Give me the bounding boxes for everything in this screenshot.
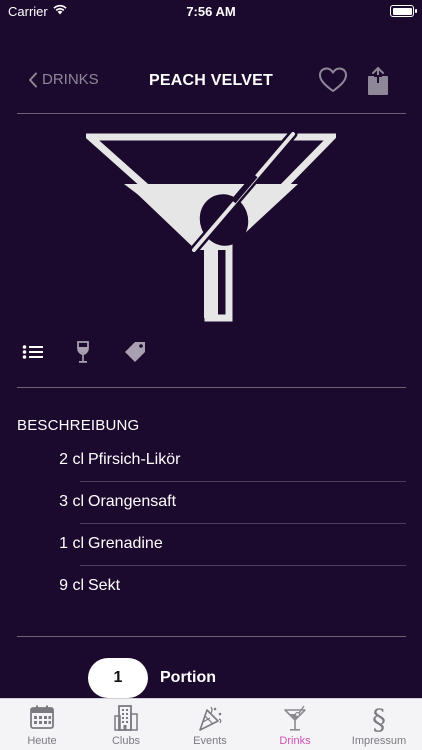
ingredient-name: Pfirsich-Likör bbox=[88, 451, 181, 468]
ingredient-name: Sekt bbox=[88, 577, 121, 594]
header-divider bbox=[17, 113, 406, 114]
favorite-button[interactable] bbox=[318, 66, 348, 99]
tab-heute[interactable]: Heute bbox=[0, 699, 84, 750]
party-icon bbox=[199, 706, 222, 731]
cocktail-icon bbox=[284, 705, 306, 731]
ingredient-row: 1 cl Grenadine bbox=[17, 524, 406, 566]
portion-count-button[interactable]: 1 bbox=[88, 658, 148, 698]
share-button[interactable] bbox=[366, 66, 390, 101]
navigation-bar: DRINKS PEACH VELVET bbox=[0, 58, 422, 106]
ingredient-name: Orangensaft bbox=[88, 493, 177, 510]
page-title: PEACH VELVET bbox=[149, 72, 273, 89]
wine-glass-icon[interactable] bbox=[76, 338, 90, 371]
tab-label: Clubs bbox=[111, 735, 141, 747]
battery-icon bbox=[390, 5, 417, 17]
ingredient-row: 2 cl Pfirsich-Likör bbox=[17, 440, 406, 482]
list-icon[interactable] bbox=[22, 338, 44, 371]
tab-label: Drinks bbox=[279, 735, 311, 747]
ingredient-row: 3 cl Orangensaft bbox=[17, 482, 406, 524]
tab-drinks[interactable]: Drinks bbox=[253, 699, 337, 750]
cocktail-illustration bbox=[80, 129, 341, 322]
tabs-divider bbox=[17, 387, 406, 388]
tag-icon[interactable] bbox=[123, 338, 147, 371]
clock: 7:56 AM bbox=[186, 4, 236, 19]
ingredient-amount: 1 cl bbox=[59, 535, 84, 552]
martini-glass-icon bbox=[80, 129, 341, 322]
tab-clubs[interactable]: Clubs bbox=[84, 699, 168, 750]
section-title: BESCHREIBUNG bbox=[17, 417, 140, 434]
building-icon bbox=[114, 705, 138, 731]
section-sign-icon: § bbox=[372, 704, 386, 734]
share-icon bbox=[368, 67, 388, 95]
portion-label: Portion bbox=[160, 669, 216, 686]
tab-impressum[interactable]: § Impressum bbox=[337, 699, 421, 750]
tab-label: Events bbox=[193, 735, 227, 747]
ingredient-row: 9 cl Sekt bbox=[17, 566, 406, 608]
tab-bar: Heute Clubs Events Drinks § Impressum bbox=[0, 698, 422, 750]
svg-text:§: § bbox=[372, 704, 386, 734]
ingredients-divider bbox=[17, 636, 406, 637]
status-bar: Carrier 7:56 AM bbox=[0, 0, 422, 24]
tab-events[interactable]: Events bbox=[168, 699, 252, 750]
tab-label: Heute bbox=[27, 735, 57, 747]
heart-icon bbox=[319, 67, 347, 92]
tab-label: Impressum bbox=[351, 735, 407, 747]
ingredient-amount: 3 cl bbox=[59, 493, 84, 510]
ingredient-amount: 2 cl bbox=[59, 451, 84, 468]
calendar-icon bbox=[30, 705, 54, 729]
ingredient-amount: 9 cl bbox=[59, 577, 84, 594]
ingredient-name: Grenadine bbox=[88, 535, 163, 552]
